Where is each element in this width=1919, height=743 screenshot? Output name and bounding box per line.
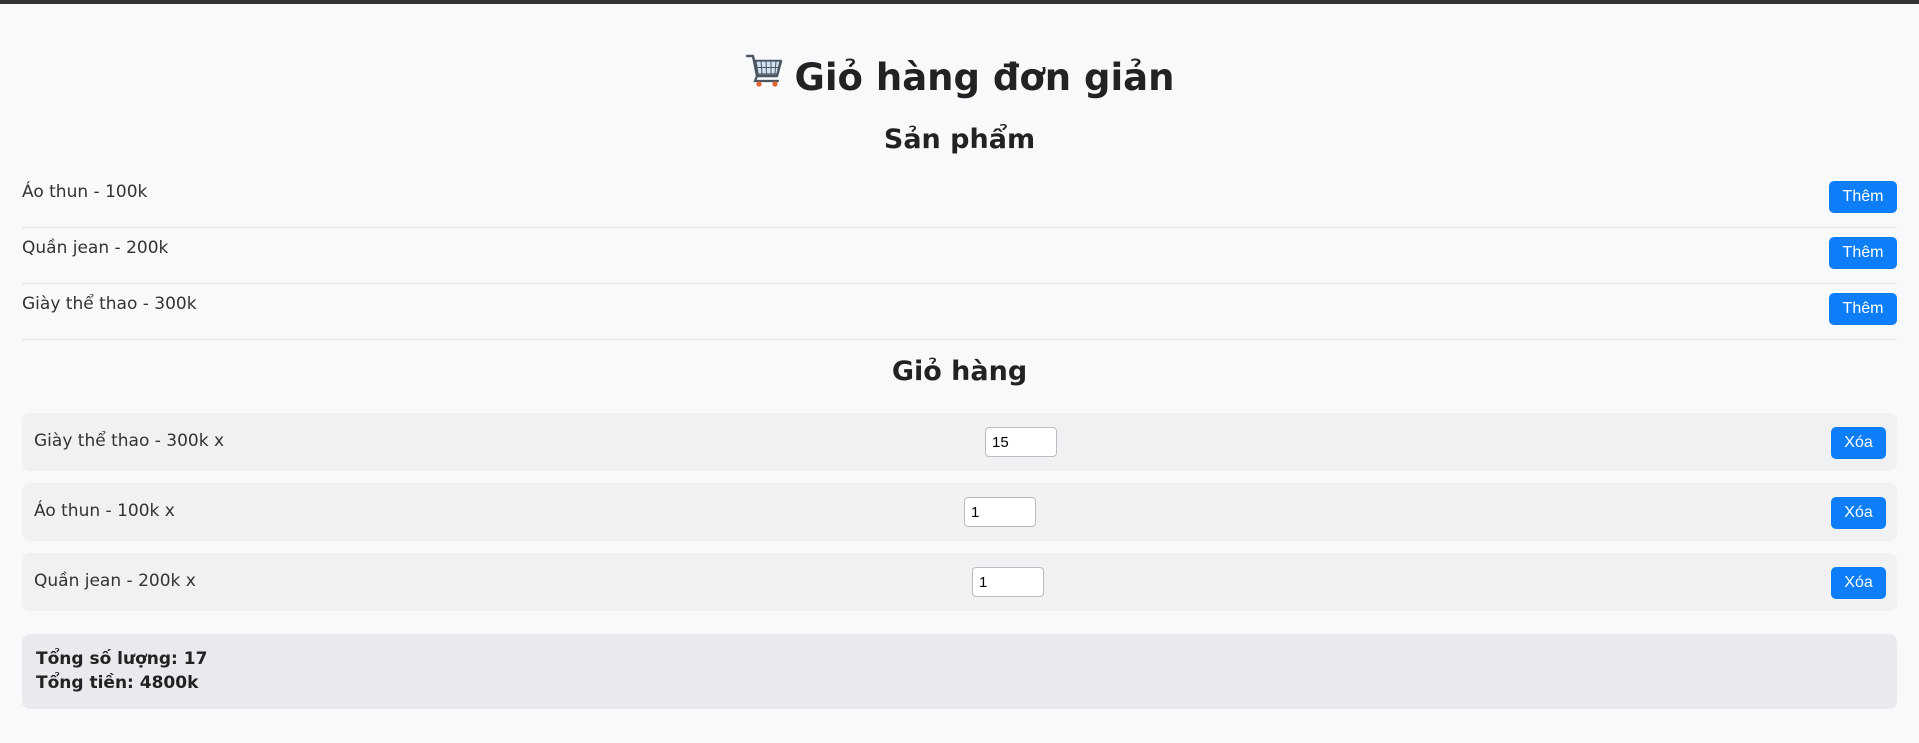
cart-item-name: Quần jean - 200k x <box>34 571 196 591</box>
product-row: Quần jean - 200k Thêm <box>22 228 1897 284</box>
cart-summary: Tổng số lượng: 17 Tổng tiền: 4800k <box>22 634 1897 709</box>
remove-item-button[interactable]: Xóa <box>1831 567 1886 599</box>
cart-item-name: Áo thun - 100k x <box>34 501 175 521</box>
add-to-cart-button[interactable]: Thêm <box>1829 293 1897 325</box>
page-title-text: Giỏ hàng đơn giản <box>794 56 1175 99</box>
product-name: Quần jean - 200k <box>22 238 169 258</box>
shopping-cart-icon <box>745 50 783 102</box>
total-quantity: Tổng số lượng: 17 <box>36 649 208 669</box>
cart-section-title: Giỏ hàng <box>891 356 1028 387</box>
cart-item-name: Giày thể thao - 300k x <box>34 431 225 451</box>
remove-item-button[interactable]: Xóa <box>1831 497 1886 529</box>
quantity-input[interactable] <box>985 427 1057 457</box>
product-list: Áo thun - 100k Thêm Quần jean - 200k Thê… <box>22 172 1897 340</box>
cart-list: Giày thể thao - 300k x Xóa Áo thun - 100… <box>22 413 1897 623</box>
top-border <box>0 0 1919 4</box>
remove-item-button[interactable]: Xóa <box>1831 427 1886 459</box>
product-row: Giày thể thao - 300k Thêm <box>22 284 1897 340</box>
cart-item-row: Áo thun - 100k x Xóa <box>22 483 1897 541</box>
add-to-cart-button[interactable]: Thêm <box>1829 237 1897 269</box>
add-to-cart-button[interactable]: Thêm <box>1829 181 1897 213</box>
product-name: Áo thun - 100k <box>22 182 148 202</box>
product-row: Áo thun - 100k Thêm <box>22 172 1897 228</box>
quantity-input[interactable] <box>964 497 1036 527</box>
cart-item-row: Quần jean - 200k x Xóa <box>22 553 1897 611</box>
total-price: Tổng tiền: 4800k <box>36 673 199 693</box>
product-name: Giày thể thao - 300k <box>22 294 197 314</box>
products-section-title: Sản phẩm <box>883 124 1036 155</box>
cart-item-row: Giày thể thao - 300k x Xóa <box>22 413 1897 471</box>
page-title: Giỏ hàng đơn giản <box>22 52 1897 106</box>
quantity-input[interactable] <box>972 567 1044 597</box>
